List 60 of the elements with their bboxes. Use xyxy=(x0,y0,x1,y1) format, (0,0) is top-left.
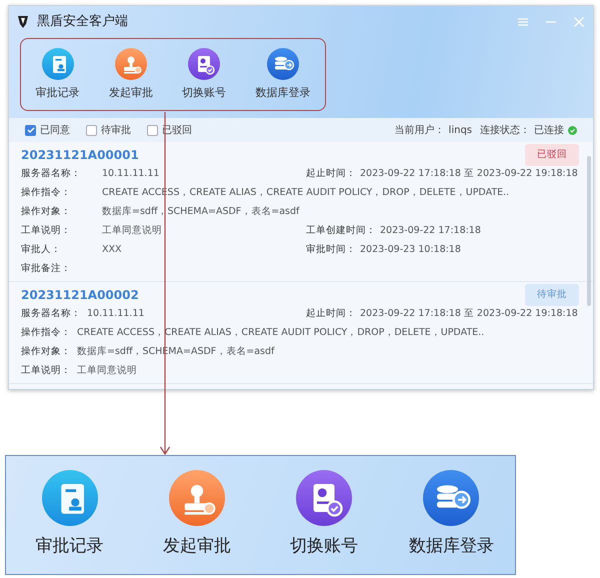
field-value: 10.11.11.11 xyxy=(102,167,160,182)
checkbox-label: 已同意 xyxy=(40,124,70,138)
document-person-icon xyxy=(42,48,74,80)
field-value: 2023-09-22 17:18:18 xyxy=(380,224,481,238)
checkbox[interactable] xyxy=(86,124,97,136)
toolbar-button[interactable]: 审批记录 xyxy=(10,470,130,560)
checkbox[interactable] xyxy=(25,124,36,136)
user-name: linqs xyxy=(448,124,472,138)
field-value: 2023-09-22 17:18:18 至 2023-09-22 19:18:18 xyxy=(360,307,578,322)
stamp-icon xyxy=(168,470,225,526)
field-label: 操作对象： xyxy=(21,205,72,220)
field-label: 工单创建时间： xyxy=(306,224,376,238)
toolbar-button[interactable]: 发起审批 xyxy=(108,48,153,102)
field-value: 数据库=sdff，SCHEMA=ASDF，表名=asdf xyxy=(102,205,300,220)
field-label: 服务器名称： xyxy=(21,167,82,182)
checkbox-label: 待审批 xyxy=(101,124,131,138)
field-value: 工单同意说明 xyxy=(77,364,137,378)
record-id: 20231121A00001 xyxy=(21,147,139,164)
menu-icon[interactable] xyxy=(517,16,529,28)
field-label: 操作指令： xyxy=(21,186,72,200)
field-label: 审批备注： xyxy=(21,262,72,276)
stamp-icon xyxy=(114,48,147,80)
field-label: 工单说明： xyxy=(21,364,71,378)
toolbar-button[interactable]: 数据库登录 xyxy=(255,48,310,102)
field-label: 起止时间： xyxy=(306,307,356,322)
field-label: 操作指令： xyxy=(21,326,71,340)
field-value: 2023-09-23 10:18:18 xyxy=(360,243,461,258)
checkbox[interactable] xyxy=(147,124,158,136)
field-value: 10.11.11.11 xyxy=(87,307,144,322)
field-value: 工单同意说明 xyxy=(102,224,162,238)
field-value: XXX xyxy=(102,243,122,258)
toolbar-button[interactable]: 数据库登录 xyxy=(391,470,512,560)
id-card-icon xyxy=(296,470,352,526)
field-label: 审批人： xyxy=(21,243,62,258)
field-value: CREATE ACCESS，CREATE ALIAS，CREATE AUDIT POLICY，DROP，DELETE，UPDATE.. xyxy=(77,326,484,340)
scrollbar[interactable] xyxy=(587,156,591,306)
document-person-icon xyxy=(42,470,98,526)
field-label: 服务器名称： xyxy=(21,307,81,322)
id-card-icon xyxy=(188,48,220,80)
status-badge: 待审批 xyxy=(525,284,579,306)
toolbar-button[interactable]: 发起审批 xyxy=(136,470,257,560)
check-circle-icon xyxy=(568,126,577,134)
field-label: 操作对象： xyxy=(21,345,71,360)
status-badge: 已驳回 xyxy=(525,144,579,166)
field-label: 工单说明： xyxy=(21,224,72,238)
database-icon xyxy=(423,470,480,526)
window-title: 黑盾安全客户端 xyxy=(37,13,128,32)
record-id: 20231121A00002 xyxy=(21,287,139,304)
close-icon[interactable] xyxy=(573,16,585,28)
field-label: 起止时间： xyxy=(306,167,356,182)
toolbar-button[interactable]: 切换账号 xyxy=(264,470,384,560)
shield-logo-icon xyxy=(17,15,29,29)
connection-status: 已连接 xyxy=(534,124,564,138)
user-label: 当前用户： xyxy=(394,124,445,138)
connection-label: 连接状态： xyxy=(480,124,530,138)
toolbar-button[interactable]: 审批记录 xyxy=(36,48,80,102)
database-icon xyxy=(266,48,299,80)
field-label: 审批时间： xyxy=(306,243,356,258)
toolbar-button[interactable]: 切换账号 xyxy=(182,48,226,102)
field-value: 2023-09-22 17:18:18 至 2023-09-22 19:18:18 xyxy=(360,167,578,182)
